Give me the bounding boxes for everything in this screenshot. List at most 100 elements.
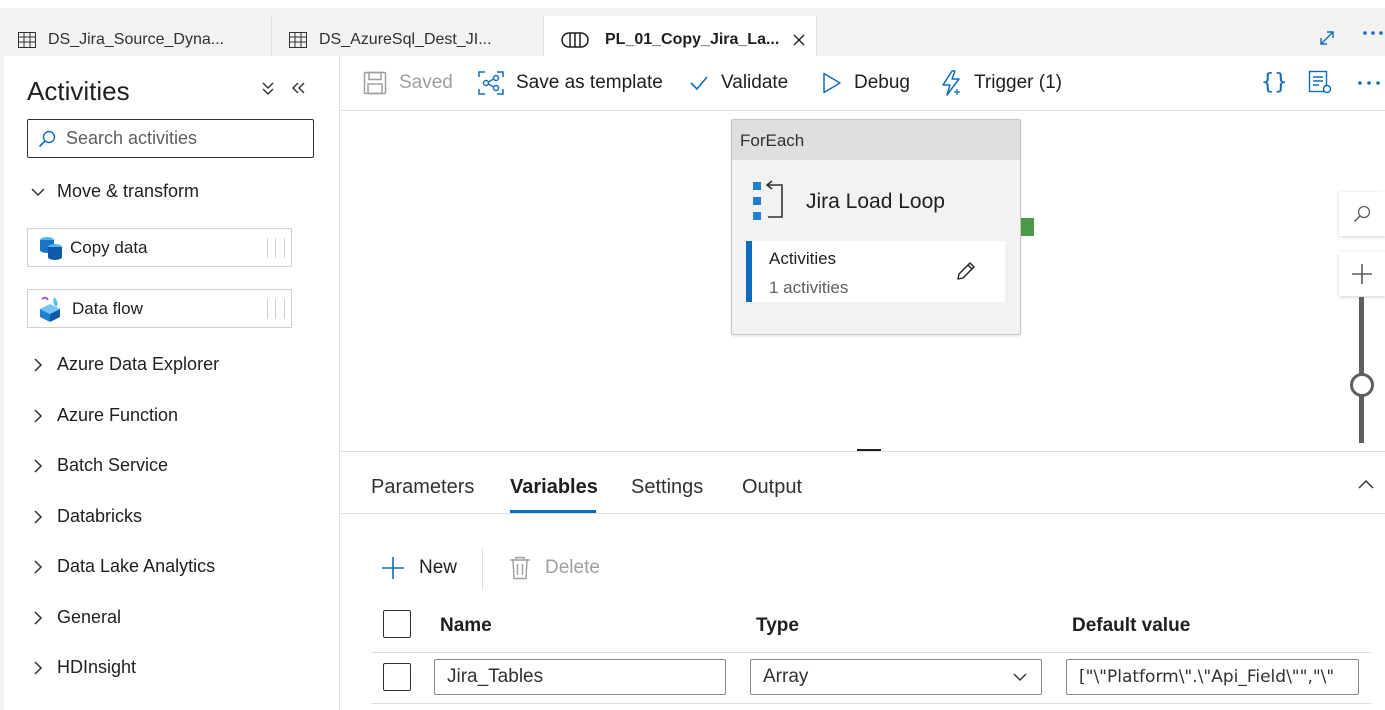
column-header-type[interactable]: Type [756,615,799,637]
copy-data-icon [38,235,64,261]
activity-label: Data flow [72,298,143,318]
column-header-name[interactable]: Name [440,615,492,637]
category-label: Batch Service [57,455,169,475]
category-label: Azure Function [57,405,179,425]
collapse-all-icon[interactable] [260,80,276,96]
new-variable-button[interactable]: New [381,556,457,580]
chevron-right-icon [34,509,43,524]
pipeline-canvas[interactable]: ForEach Jira Load Loop Activities 1 acti… [341,111,1385,451]
properties-icon[interactable] [1308,70,1332,94]
table-icon [289,32,307,48]
plus-icon [382,557,404,579]
edit-pencil-icon[interactable] [955,260,977,282]
category-label: Data Lake Analytics [57,556,216,576]
saved-button[interactable]: Saved [363,68,453,98]
row-divider [371,703,1371,704]
category-label: Azure Data Explorer [57,354,220,374]
variable-type-select[interactable]: Array [750,659,1042,695]
inner-activities-title: Activities [769,249,837,268]
panel-title: Activities [27,76,130,106]
document-tab-bar: DS_Jira_Source_Dyna... DS_AzureSql_Dest_… [0,0,1385,64]
zoom-slider-track[interactable] [1359,297,1364,443]
save-icon [363,71,387,95]
category-label: Databricks [57,506,143,526]
category-azure-function[interactable]: Azure Function [30,405,178,426]
validate-label: Validate [721,72,789,93]
trigger-button[interactable]: Trigger (1) [940,68,1062,98]
category-label: Move & transform [57,181,200,201]
column-header-default-value[interactable]: Default value [1072,615,1190,637]
search-input[interactable]: Search activities [66,128,197,149]
tab-variables[interactable]: Variables [510,476,598,499]
tab-parameters[interactable]: Parameters [371,476,474,499]
new-label: New [419,557,458,578]
variable-type-value: Array [763,666,809,687]
drag-handle-icon[interactable] [267,299,285,319]
data-flow-icon [36,295,66,323]
search-box[interactable]: Search activities [27,119,314,158]
tab-output[interactable]: Output [742,476,802,499]
delete-variable-button[interactable]: Delete [509,556,600,580]
category-azure-data-explorer[interactable]: Azure Data Explorer [30,354,219,375]
variable-default-value-input[interactable]: ["\"Platform\".\"Api_Field\"","\" [1066,659,1359,695]
properties-panel: Parameters Variables Settings Output New… [341,451,1385,710]
tab-settings[interactable]: Settings [631,476,703,499]
pipeline-toolbar: Saved Save as template Validate Debug Tr… [341,56,1385,111]
foreach-icon [752,180,786,222]
table-icon [18,32,36,48]
checkmark-icon [690,76,708,91]
save-as-template-label: Save as template [516,72,663,93]
activity-type-label: ForEach [732,120,1020,160]
delete-label: Delete [545,557,600,578]
category-databricks[interactable]: Databricks [30,506,142,527]
zoom-slider-thumb[interactable] [1350,373,1374,397]
play-icon [823,72,841,94]
pipeline-icon [561,31,589,49]
category-label: HDInsight [57,657,137,677]
chevron-right-icon [34,559,43,574]
save-as-template-button[interactable]: Save as template [478,68,663,98]
template-icon [478,71,504,95]
validate-button[interactable]: Validate [689,68,788,98]
chevron-right-icon [34,610,43,625]
chevron-right-icon [34,357,43,372]
debug-button[interactable]: Debug [822,68,910,98]
category-hdinsight[interactable]: HDInsight [30,657,136,678]
chevron-up-icon[interactable] [1357,478,1375,490]
activity-copy-data[interactable]: Copy data [27,228,292,267]
activities-panel: Activities Search activities Move & tran… [0,56,340,710]
tab-label: PL_01_Copy_Jira_La... [605,31,780,48]
zoom-in-button[interactable] [1339,252,1385,296]
tab-divider [341,513,1385,514]
code-icon[interactable]: {} [1261,70,1288,95]
trigger-label: Trigger (1) [974,72,1062,93]
search-icon [1353,205,1371,223]
canvas-search-button[interactable] [1339,192,1385,236]
inner-activities-box[interactable]: Activities 1 activities [746,241,1005,302]
inner-activities-count: 1 activities [769,278,849,297]
success-output-port[interactable] [1021,218,1034,236]
foreach-activity-node[interactable]: ForEach Jira Load Loop Activities 1 acti… [731,119,1021,335]
activity-name: Jira Load Loop [806,190,945,213]
header-divider [371,652,1371,653]
category-data-lake-analytics[interactable]: Data Lake Analytics [30,556,215,577]
chevron-down-icon [1013,673,1027,681]
lightning-icon [942,70,960,96]
select-all-checkbox[interactable] [383,610,411,638]
category-move-transform[interactable]: Move & transform [30,181,199,202]
row-checkbox[interactable] [383,663,411,691]
close-icon[interactable] [793,34,805,46]
variable-name-input[interactable]: Jira_Tables [434,659,726,695]
toolbar-separator [482,548,483,590]
collapse-panel-icon[interactable] [290,80,306,96]
drag-handle-icon[interactable] [267,238,285,258]
category-general[interactable]: General [30,607,121,628]
tab-label: DS_Jira_Source_Dyna... [48,31,225,48]
more-options-icon[interactable] [1357,80,1381,86]
saved-label: Saved [399,72,453,93]
expand-icon[interactable] [1318,29,1336,47]
chevron-right-icon [34,408,43,423]
more-options-icon[interactable] [1362,30,1384,36]
activity-data-flow[interactable]: Data flow [27,289,292,328]
category-batch-service[interactable]: Batch Service [30,455,168,476]
